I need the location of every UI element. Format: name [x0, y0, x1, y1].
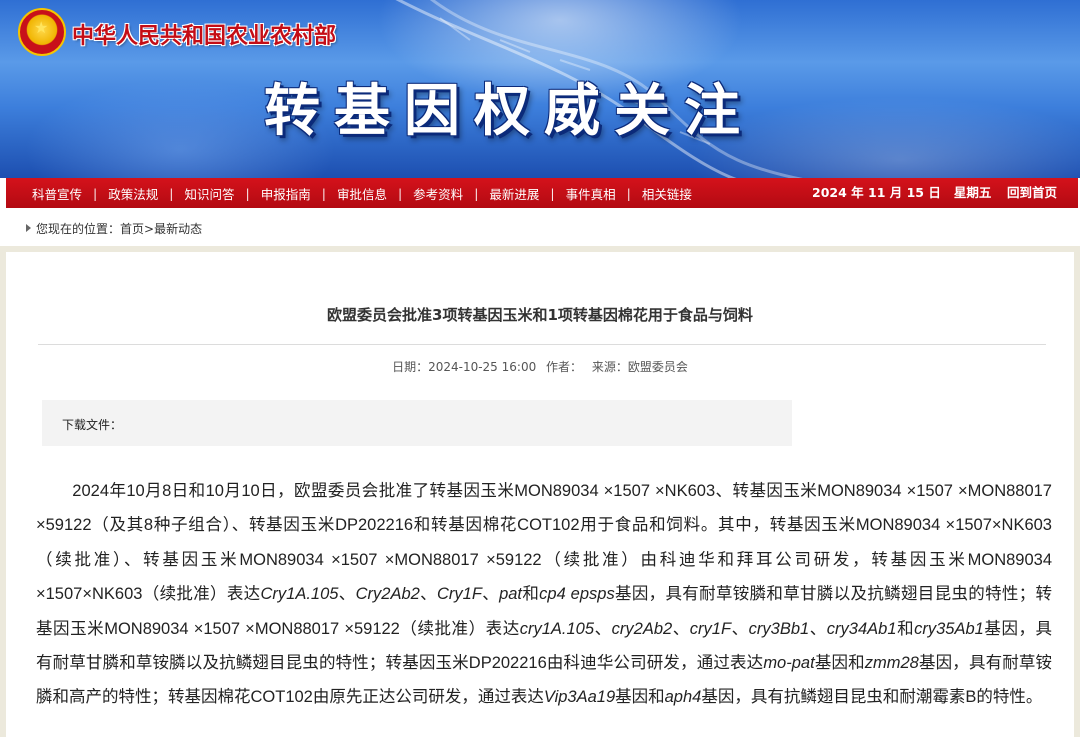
gene-name: cry35Ab1 — [914, 619, 984, 638]
article-title: 欧盟委员会批准3项转基因玉米和1项转基因棉花用于食品与饲料 — [327, 306, 753, 324]
breadcrumb-prefix: 您现在的位置： — [36, 222, 121, 236]
breadcrumb-home-link[interactable]: 首页 — [120, 222, 144, 236]
nav-item-qa[interactable]: 知识问答 — [184, 184, 234, 203]
caret-right-icon — [26, 224, 31, 232]
body-text-run: 和 — [896, 619, 915, 638]
gene-name: Cry1F — [436, 585, 482, 604]
nav-item-popular-science[interactable]: 科普宣传 — [32, 184, 82, 203]
gene-name: mo-pat — [763, 654, 815, 673]
download-files-box: 下载文件： — [42, 400, 792, 446]
body-text-run: 、 — [672, 619, 690, 638]
breadcrumb-current[interactable]: 最新动态 — [154, 222, 202, 236]
nav-item-policy[interactable]: 政策法规 — [108, 184, 158, 203]
site-banner: ★ 中华人民共和国农业农村部 转基因权威关注 — [0, 0, 1080, 178]
body-text-run: 、 — [338, 585, 356, 604]
download-label: 下载文件： — [62, 418, 123, 432]
gene-name: aph4 — [664, 688, 702, 707]
nav-item-approval-info[interactable]: 审批信息 — [337, 184, 387, 203]
gene-name: zmm28 — [864, 654, 919, 673]
gene-name: Cry1A.105 — [260, 585, 339, 604]
nav-items: 科普宣传 | 政策法规 | 知识问答 | 申报指南 | 审批信息 | 参考资料 … — [32, 178, 692, 208]
nav-separator: | — [550, 185, 555, 201]
body-text-run: 、 — [731, 619, 749, 638]
nav-separator: | — [397, 185, 403, 201]
article-author: 作者： — [546, 360, 583, 374]
gene-name: cry3Bb1 — [748, 619, 810, 638]
breadcrumb-separator: > — [144, 222, 155, 236]
current-date: 2024 年 11 月 15 日 星期五 — [812, 185, 992, 200]
gene-name: cp4 epsps — [539, 585, 615, 604]
body-text-run: 基因和 — [615, 688, 665, 707]
body-text-run: 、 — [594, 619, 612, 638]
article-source: 来源：欧盟委员会 — [591, 360, 688, 374]
nav-separator: | — [321, 185, 326, 201]
nav-item-application-guide[interactable]: 申报指南 — [261, 184, 311, 203]
body-text-run: 基因和 — [814, 654, 865, 673]
gene-name: Cry2Ab2 — [355, 585, 420, 604]
gene-name: pat — [499, 585, 522, 604]
article-date: 日期：2024-10-25 16:00 — [392, 360, 537, 374]
nav-item-event-truth[interactable]: 事件真相 — [566, 184, 616, 203]
main-nav: 科普宣传 | 政策法规 | 知识问答 | 申报指南 | 审批信息 | 参考资料 … — [6, 178, 1078, 208]
nav-separator: | — [169, 185, 174, 201]
body-text-run: 、 — [481, 585, 500, 604]
nav-item-latest-progress[interactable]: 最新进展 — [489, 184, 539, 203]
star-icon: ★ — [34, 18, 49, 37]
nav-item-references[interactable]: 参考资料 — [413, 184, 463, 203]
body-text-run: 、 — [419, 585, 437, 604]
content-frame: 欧盟委员会批准3项转基因玉米和1项转基因棉花用于食品与饲料 日期：2024-10… — [0, 246, 1080, 737]
body-text-run: 、 — [809, 619, 827, 638]
nav-separator: | — [245, 185, 250, 201]
ministry-name: 中华人民共和国农业农村部 — [72, 23, 337, 49]
home-link[interactable]: 回到首页 — [1007, 178, 1057, 208]
title-divider — [38, 344, 1046, 345]
nav-item-related-links[interactable]: 相关链接 — [642, 184, 692, 203]
site-title: 转基因权威关注 — [264, 79, 754, 144]
gene-name: cry1A.105 — [519, 619, 595, 638]
article-meta: 日期：2024-10-25 16:00 作者： 来源：欧盟委员会 — [6, 358, 1074, 375]
gene-name: Vip3Aa19 — [543, 688, 616, 707]
breadcrumb: 您现在的位置：首页>最新动态 — [26, 220, 202, 237]
body-text-run: 和 — [522, 585, 540, 604]
nav-separator: | — [626, 185, 631, 201]
body-text-run: 基因，具有抗鳞翅目昆虫和耐潮霉素B的特性。 — [701, 688, 1043, 707]
nav-separator: | — [93, 185, 98, 201]
article-body: 2024年10月8日和10月10日，欧盟委员会批准了转基因玉米MON89034 … — [36, 474, 1052, 715]
gene-name: cry2Ab2 — [611, 619, 673, 638]
gene-name: cry1F — [689, 619, 732, 638]
gene-name: cry34Ab1 — [826, 619, 897, 638]
nav-separator: | — [474, 185, 479, 201]
national-emblem-icon: ★ — [18, 8, 66, 56]
